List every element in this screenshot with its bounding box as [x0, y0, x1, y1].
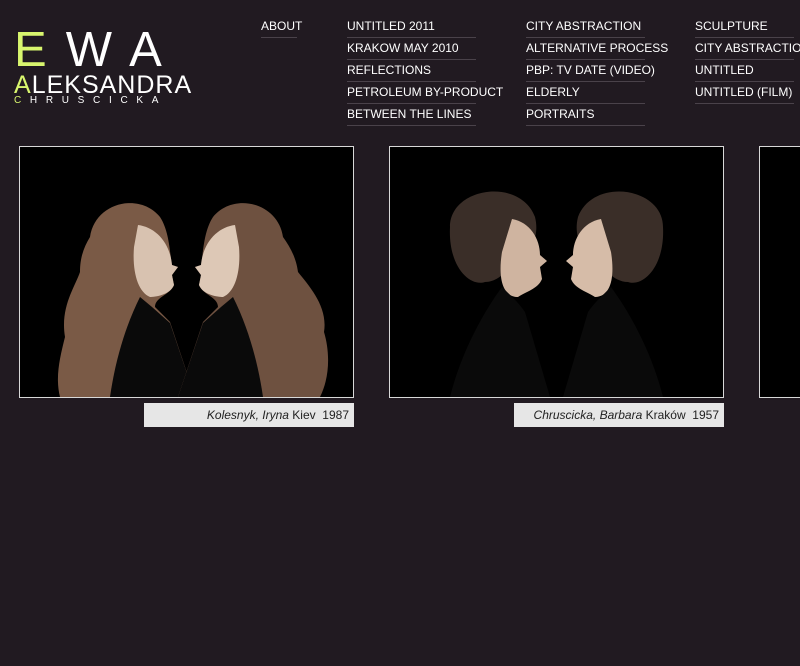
caption-place: Kraków — [645, 408, 686, 422]
photo-caption-2: Chruscicka, Barbara Kraków 1957 — [514, 403, 724, 427]
gallery-photo-1[interactable] — [19, 146, 354, 398]
nav-column-1: UNTITLED 2011 KRAKOW MAY 2010 REFLECTION… — [347, 16, 503, 126]
nav-link-petroleum-by-product[interactable]: PETROLEUM BY-PRODUCT — [347, 82, 503, 104]
nav-link-city-abstraction-2[interactable]: CITY ABSTRACTION — [695, 38, 800, 60]
nav-link-portraits[interactable]: PORTRAITS — [526, 104, 645, 126]
nav-column-3: SCULPTURE CITY ABSTRACTION UNTITLED UNTI… — [695, 16, 800, 104]
portrait-image-1 — [20, 147, 353, 397]
nav-link-between-the-lines[interactable]: BETWEEN THE LINES — [347, 104, 476, 126]
nav-link-untitled-film[interactable]: UNTITLED (FILM) — [695, 82, 794, 104]
gallery-photo-2[interactable] — [389, 146, 724, 398]
nav-about-column: ABOUT — [261, 16, 302, 38]
nav-link-krakow-may-2010[interactable]: KRAKOW MAY 2010 — [347, 38, 476, 60]
nav-link-about[interactable]: ABOUT — [261, 16, 302, 38]
nav-link-sculpture[interactable]: SCULPTURE — [695, 16, 794, 38]
portrait-image-2 — [390, 147, 723, 397]
caption-year: 1957 — [692, 408, 719, 422]
caption-place: Kiev — [292, 408, 316, 422]
nav-link-untitled[interactable]: UNTITLED — [695, 60, 794, 82]
nav-link-untitled-2011[interactable]: UNTITLED 2011 — [347, 16, 476, 38]
nav-link-elderly[interactable]: ELDERLY — [526, 82, 645, 104]
nav-column-2: CITY ABSTRACTION ALTERNATIVE PROCESS PBP… — [526, 16, 668, 126]
caption-name: Kolesnyk, Iryna — [206, 408, 289, 422]
nav-link-city-abstraction[interactable]: CITY ABSTRACTION — [526, 16, 645, 38]
caption-year: 1987 — [322, 408, 349, 422]
nav-link-reflections[interactable]: REFLECTIONS — [347, 60, 476, 82]
gallery-photo-3[interactable] — [759, 146, 800, 398]
portrait-image-3 — [760, 147, 800, 397]
nav-link-pbp-tv-date[interactable]: PBP: TV DATE (VIDEO) — [526, 60, 655, 82]
photo-caption-1: Kolesnyk, Iryna Kiev 1987 — [144, 403, 354, 427]
caption-name: Chruscicka, Barbara — [533, 408, 643, 422]
logo-first-name: EWA — [14, 23, 181, 77]
site-logo[interactable]: EWA ALEKSANDRA CHRUSCICKA — [14, 23, 214, 106]
nav-link-alternative-process[interactable]: ALTERNATIVE PROCESS — [526, 38, 668, 60]
